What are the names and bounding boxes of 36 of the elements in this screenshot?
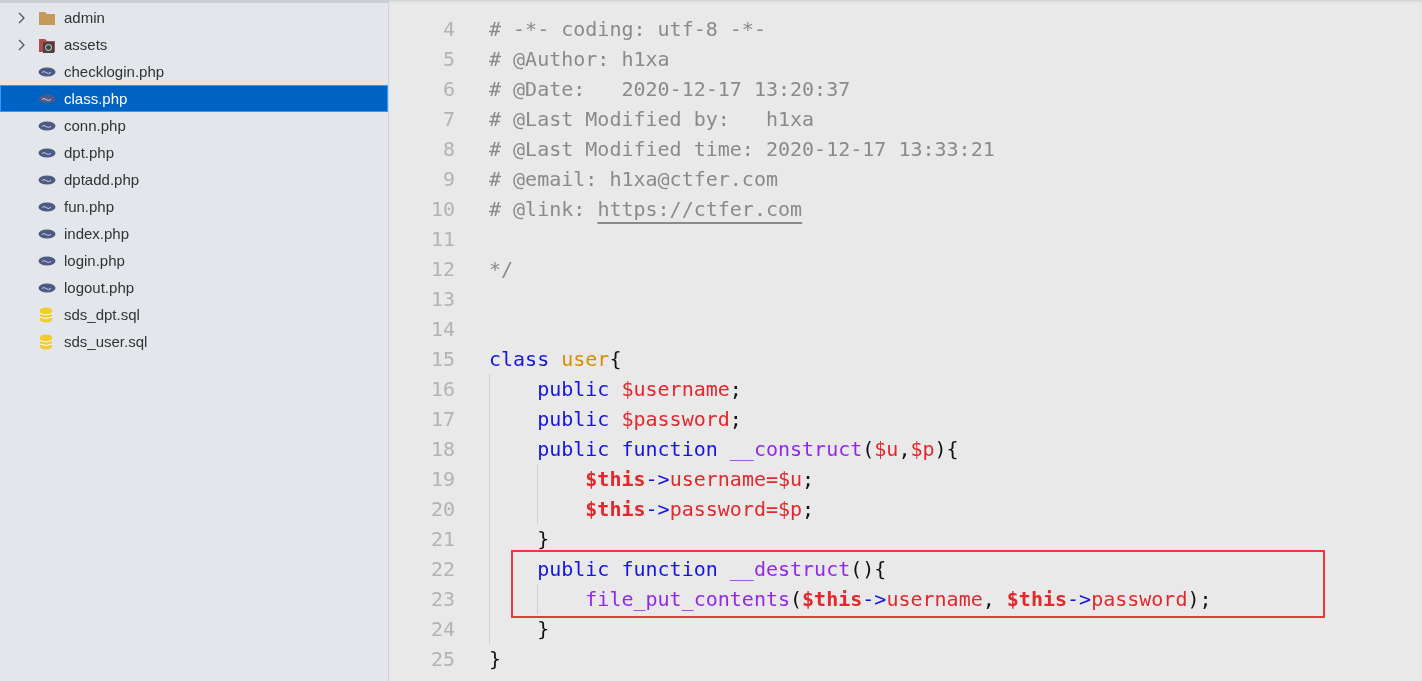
code-line: public $password; <box>536 406 742 433</box>
code-line: class user{ <box>489 346 622 373</box>
code-line: file_put_contents($this->username, $this->password); <box>584 586 1212 613</box>
code-line: public function __construct($u,$p){ <box>536 436 959 463</box>
folder-icon <box>38 9 56 26</box>
file-tree-item[interactable]: assets <box>0 31 388 58</box>
file-tree-item[interactable]: logout.php <box>0 274 388 301</box>
code-comment: # @Date: 2020-12-17 13:20:37 <box>489 76 851 103</box>
chevron-right-icon[interactable] <box>17 11 27 24</box>
code-comment: # @email: h1xa@ctfer.com <box>489 166 778 193</box>
file-tree-item[interactable]: fun.php <box>0 193 388 220</box>
file-tree-item[interactable]: index.php <box>0 220 388 247</box>
code-line: public function __destruct(){ <box>536 556 887 583</box>
file-tree-item[interactable]: sds_dpt.sql <box>0 301 388 328</box>
code-line: $this->password=$p; <box>584 496 815 523</box>
code-line: } <box>536 526 550 553</box>
file-tree-item[interactable]: conn.php <box>0 112 388 139</box>
folder-gear-icon <box>38 36 56 53</box>
file-tree-item[interactable]: login.php <box>0 247 388 274</box>
code-comment: # @link: https://ctfer.com <box>489 196 803 223</box>
file-tree-item[interactable]: dptadd.php <box>0 166 388 193</box>
code-comment: # -*- coding: utf-8 -*- <box>489 16 766 43</box>
code-line: public $username; <box>536 376 742 403</box>
code-line: } <box>489 646 502 673</box>
file-tree-item[interactable]: checklogin.php <box>0 58 388 85</box>
code-comment: # @Last Modified time: 2020-12-17 13:33:21 <box>489 136 995 163</box>
code-line: } <box>536 616 550 643</box>
file-tree-item[interactable]: admin <box>0 4 388 31</box>
chevron-right-icon[interactable] <box>17 38 27 51</box>
code-line: $this->username=$u; <box>584 466 815 493</box>
code-comment: # @Last Modified by: h1xa <box>489 106 815 133</box>
file-tree-item[interactable]: dpt.php <box>0 139 388 166</box>
code-comment: */ <box>489 256 514 283</box>
file-tree-item[interactable]: class.php <box>0 85 388 112</box>
file-tree-item[interactable]: sds_user.sql <box>0 328 388 355</box>
code-comment: # @Author: h1xa <box>489 46 670 73</box>
